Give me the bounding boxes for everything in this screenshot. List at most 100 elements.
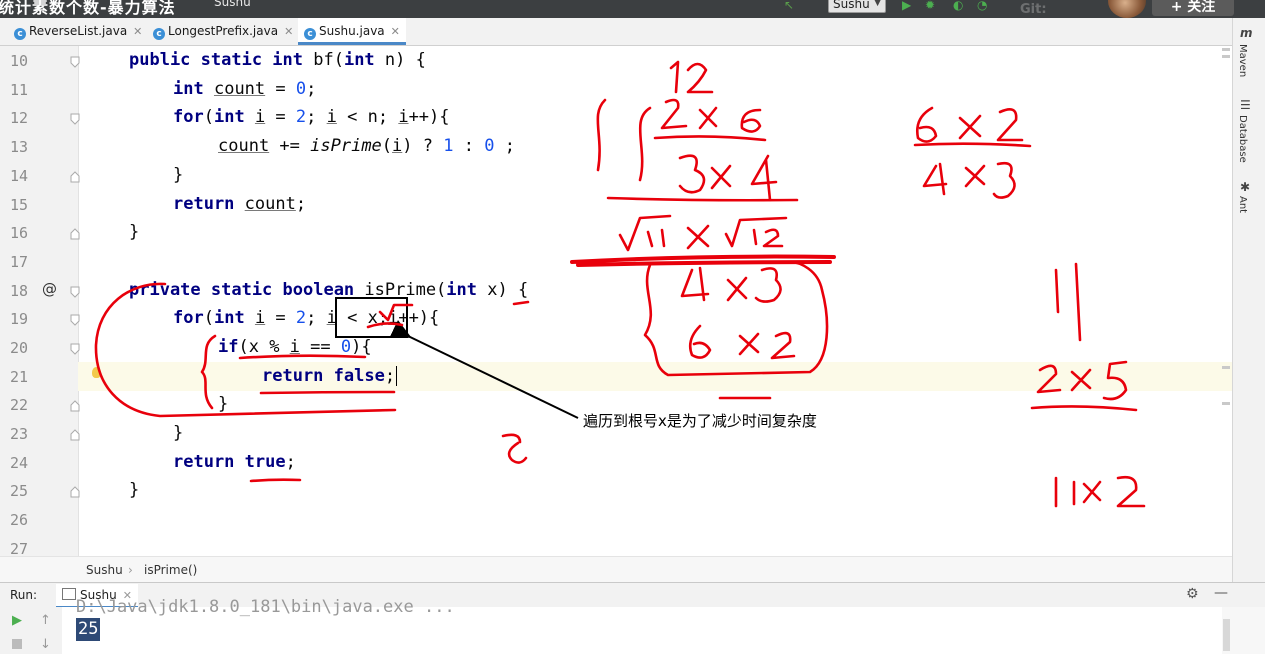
line-number: 27 — [10, 540, 29, 556]
breadcrumb: Sushu › isPrime() — [0, 556, 1232, 582]
video-title: 统计素数个数-暴力算法 — [0, 0, 176, 17]
java-class-icon: c — [14, 28, 26, 40]
lightbulb-icon[interactable] — [92, 367, 101, 378]
minimize-icon[interactable]: — — [1214, 585, 1228, 601]
code-line[interactable]: count += isPrime(i) ? 1 : 0 ; — [218, 136, 515, 156]
annotation-text: 遍历到根号x是为了减少时间复杂度 — [583, 412, 817, 430]
arrow-up-icon[interactable]: ↑ — [40, 613, 51, 628]
fold-open-icon[interactable] — [70, 343, 80, 355]
project-name: Sushu — [214, 0, 251, 9]
code-line[interactable]: public static int bf(int n) { — [129, 50, 426, 70]
current-line-highlight — [78, 362, 1232, 391]
tool-ant[interactable]: Ant — [1237, 196, 1248, 213]
fold-close-icon[interactable] — [70, 400, 80, 412]
line-number: 13 — [10, 138, 29, 156]
console-result: 25 — [76, 618, 101, 641]
chevron-right-icon: › — [128, 563, 133, 577]
tab-reverselist[interactable]: c ReverseList.java ✕ — [14, 18, 142, 45]
code-line[interactable]: if(x % i == 0){ — [218, 337, 372, 357]
line-number: 26 — [10, 511, 29, 529]
database-icon: ☰ — [1240, 98, 1251, 112]
rerun-icon[interactable]: ▶ — [12, 613, 22, 628]
debug-icon[interactable]: ✹ — [925, 0, 935, 12]
tab-label: ReverseList.java — [29, 24, 128, 38]
line-number: 25 — [10, 482, 29, 500]
line-number: 15 — [10, 196, 29, 214]
code-editor[interactable]: 10 11 12 13 14 15 16 17 18 19 20 21 22 2… — [0, 46, 1232, 556]
arrow-down-icon[interactable]: ↓ — [40, 637, 51, 652]
fold-close-icon[interactable] — [70, 171, 80, 183]
annotation-box — [335, 297, 408, 338]
fold-close-icon[interactable] — [70, 228, 80, 240]
tab-sushu[interactable]: c Sushu.java ✕ — [298, 18, 406, 45]
fold-open-icon[interactable] — [70, 286, 80, 298]
editor-tabs: c ReverseList.java ✕ c LongestPrefix.java ✕ … — [0, 18, 1232, 46]
follow-button[interactable]: + 关注 — [1152, 0, 1234, 16]
code-line[interactable]: } — [129, 222, 139, 242]
ant-icon: ✱ — [1240, 180, 1251, 194]
scroll-thumb[interactable] — [1223, 619, 1230, 651]
close-icon[interactable]: ✕ — [391, 25, 400, 38]
java-class-icon: c — [304, 28, 316, 40]
chevron-down-icon: ▼ — [874, 0, 881, 8]
tab-longestprefix[interactable]: c LongestPrefix.java ✕ — [153, 18, 293, 45]
console-output[interactable]: D:\Java\jdk1.8.0_181\bin\java.exe ... 25 — [62, 597, 1222, 654]
fold-close-icon[interactable] — [70, 486, 80, 498]
line-number: 17 — [10, 253, 29, 271]
line-number: 14 — [10, 167, 29, 185]
console-command-line: D:\Java\jdk1.8.0_181\bin\java.exe ... — [76, 597, 455, 617]
line-number: 24 — [10, 454, 29, 472]
maven-icon: m — [1240, 26, 1253, 40]
tool-database[interactable]: Database — [1237, 115, 1248, 163]
code-line[interactable]: return false; — [262, 366, 398, 386]
line-number: 20 — [10, 339, 29, 357]
fold-open-icon[interactable] — [70, 314, 80, 326]
line-gutter: 10 11 12 13 14 15 16 17 18 19 20 21 22 2… — [0, 46, 80, 556]
avatar[interactable] — [1108, 0, 1146, 18]
line-number: 16 — [10, 224, 29, 242]
code-line[interactable]: return true; — [173, 452, 296, 472]
line-number: 10 — [10, 52, 29, 70]
override-marker-icon[interactable]: @ — [42, 280, 57, 298]
code-line[interactable]: } — [129, 480, 139, 500]
line-number: 12 — [10, 109, 29, 127]
coverage-icon[interactable]: ◐ — [953, 0, 963, 12]
gear-icon[interactable]: ⚙ — [1186, 586, 1199, 602]
tool-maven[interactable]: Maven — [1237, 44, 1248, 77]
code-line[interactable]: private static boolean isPrime(int x) { — [129, 280, 528, 300]
stop-icon[interactable] — [12, 639, 22, 649]
line-number: 22 — [10, 396, 29, 414]
fold-open-icon[interactable] — [70, 113, 80, 125]
line-number: 23 — [10, 425, 29, 443]
close-icon[interactable]: ✕ — [284, 25, 293, 38]
run-toolbar: ▶ ↑ ↓ — [0, 607, 63, 654]
fold-close-icon[interactable] — [70, 429, 80, 441]
watermark-text: Git: — [1020, 2, 1047, 17]
line-number: 19 — [10, 310, 29, 328]
build-hammer-icon[interactable]: ↖ — [784, 0, 794, 12]
profile-icon[interactable]: ◔ — [977, 0, 987, 12]
fold-open-icon[interactable] — [70, 56, 80, 68]
code-line[interactable]: for(int i = 2; i < n; i++){ — [173, 107, 450, 127]
right-tool-strip: m Maven ☰ Database ✱ Ant — [1232, 18, 1265, 583]
editor-scrollbar[interactable] — [1221, 46, 1231, 556]
console-scrollbar[interactable] — [1222, 607, 1265, 654]
run-config-select[interactable]: Sushu ▼ — [828, 0, 886, 13]
tab-label: LongestPrefix.java — [168, 24, 279, 38]
code-line[interactable]: } — [173, 423, 183, 443]
line-number: 11 — [10, 81, 29, 99]
scroll-marker — [1222, 402, 1230, 405]
scroll-marker — [1222, 55, 1230, 58]
code-line[interactable]: } — [173, 165, 183, 185]
close-icon[interactable]: ✕ — [133, 25, 142, 38]
breadcrumb-class[interactable]: Sushu — [86, 563, 123, 577]
line-number: 21 — [10, 368, 29, 386]
breadcrumb-method[interactable]: isPrime() — [144, 563, 197, 577]
run-config-label: Sushu — [833, 0, 870, 11]
code-line[interactable]: } — [218, 394, 228, 414]
run-icon[interactable]: ▶ — [902, 0, 911, 12]
title-bar: 统计素数个数-暴力算法 Sushu ↖ Sushu ▼ ▶ ✹ ◐ ◔ Git:… — [0, 0, 1265, 18]
code-line[interactable]: int count = 0; — [173, 79, 316, 99]
run-label: Run: — [10, 588, 38, 602]
code-line[interactable]: return count; — [173, 194, 306, 214]
